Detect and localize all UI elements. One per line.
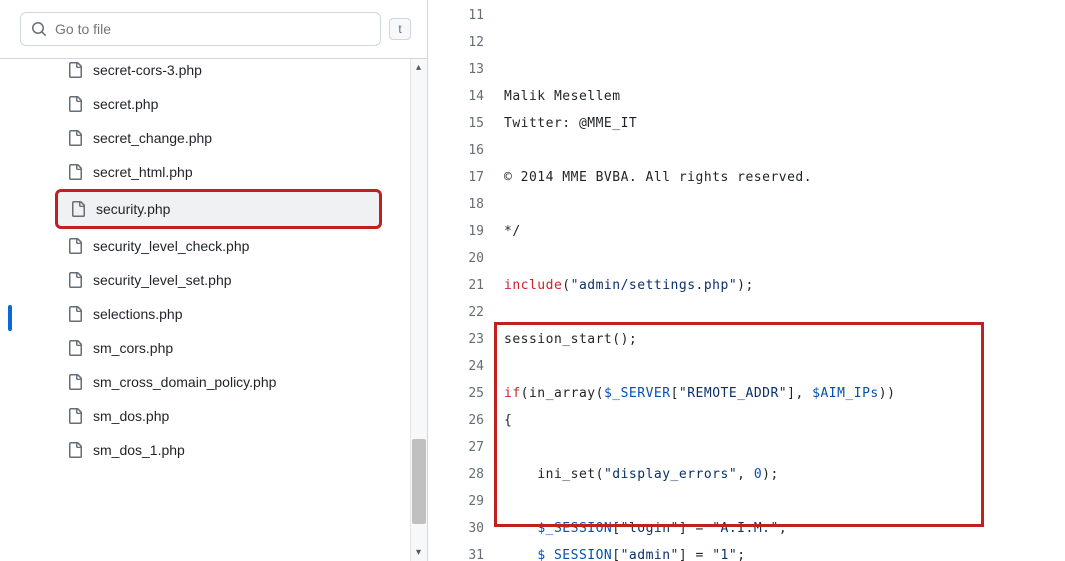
file-list[interactable]: secret-cors-3.php secret.php secret_change…: [0, 59, 427, 561]
file-name: secret_html.php: [93, 164, 193, 180]
line-number[interactable]: 21: [428, 272, 484, 299]
file-icon: [70, 201, 86, 217]
code-line[interactable]: Twitter: @MME_IT: [504, 110, 1065, 137]
file-name: security.php: [96, 201, 170, 217]
line-number[interactable]: 12: [428, 29, 484, 56]
code-line[interactable]: [504, 191, 1065, 218]
code-line[interactable]: [504, 434, 1065, 461]
line-number[interactable]: 31: [428, 542, 484, 561]
file-name: secret-cors-3.php: [93, 62, 202, 78]
line-number[interactable]: 15: [428, 110, 484, 137]
file-name: sm_dos.php: [93, 408, 169, 424]
file-row[interactable]: sm_cors.php: [55, 331, 382, 365]
code-line[interactable]: [504, 353, 1065, 380]
file-icon: [67, 408, 83, 424]
file-row[interactable]: selections.php: [55, 297, 382, 331]
file-row[interactable]: secret.php: [55, 87, 382, 121]
code-line[interactable]: [504, 299, 1065, 326]
file-row[interactable]: secret_html.php: [55, 155, 382, 189]
file-icon: [67, 442, 83, 458]
file-icon: [67, 130, 83, 146]
line-number[interactable]: 26: [428, 407, 484, 434]
line-number[interactable]: 23: [428, 326, 484, 353]
line-number[interactable]: 16: [428, 137, 484, 164]
code-line[interactable]: if(in_array($_SERVER["REMOTE_ADDR"], $AI…: [504, 380, 1065, 407]
search-area: t: [0, 0, 427, 59]
line-number[interactable]: 20: [428, 245, 484, 272]
file-row[interactable]: secret_change.php: [55, 121, 382, 155]
search-input[interactable]: [55, 21, 370, 37]
file-list-wrapper: secret-cors-3.php secret.php secret_change…: [0, 59, 427, 561]
file-row[interactable]: secret-cors-3.php: [55, 59, 382, 87]
file-name: sm_cross_domain_policy.php: [93, 374, 276, 390]
line-number[interactable]: 13: [428, 56, 484, 83]
code-line[interactable]: [504, 56, 1065, 83]
code-line[interactable]: $_SESSION["login"] = "A.I.M.";: [504, 515, 1065, 542]
file-name: security_level_check.php: [93, 238, 249, 254]
code-line[interactable]: © 2014 MME BVBA. All rights reserved.: [504, 164, 1065, 191]
line-number[interactable]: 18: [428, 191, 484, 218]
file-name: sm_dos_1.php: [93, 442, 185, 458]
file-name: secret.php: [93, 96, 158, 112]
code-content[interactable]: Malik MesellemTwitter: @MME_IT © 2014 MME…: [504, 2, 1065, 561]
file-row[interactable]: security_level_set.php: [55, 263, 382, 297]
file-icon: [67, 62, 83, 78]
search-box[interactable]: [20, 12, 381, 46]
file-row[interactable]: sm_dos_1.php: [55, 433, 382, 467]
file-icon: [67, 164, 83, 180]
line-number[interactable]: 30: [428, 515, 484, 542]
selected-file-marker: [8, 305, 12, 331]
file-name: sm_cors.php: [93, 340, 173, 356]
line-number[interactable]: 22: [428, 299, 484, 326]
file-row[interactable]: sm_dos.php: [55, 399, 382, 433]
scroll-up-icon[interactable]: ▴: [410, 59, 427, 76]
code-line[interactable]: [504, 245, 1065, 272]
code-line[interactable]: Malik Mesellem: [504, 83, 1065, 110]
line-number[interactable]: 24: [428, 353, 484, 380]
scroll-down-icon[interactable]: ▾: [410, 544, 427, 561]
code-viewer[interactable]: 1112131415161718192021222324252627282930…: [428, 0, 1065, 561]
file-icon: [67, 238, 83, 254]
file-row[interactable]: security_level_check.php: [55, 229, 382, 263]
line-number[interactable]: 25: [428, 380, 484, 407]
code-line[interactable]: include("admin/settings.php");: [504, 272, 1065, 299]
search-icon: [31, 21, 47, 37]
line-number[interactable]: 29: [428, 488, 484, 515]
file-icon: [67, 340, 83, 356]
line-number[interactable]: 14: [428, 83, 484, 110]
file-name: selections.php: [93, 306, 183, 322]
file-icon: [67, 306, 83, 322]
code-line[interactable]: [504, 137, 1065, 164]
code-line[interactable]: $_SESSION["admin"] = "1";: [504, 542, 1065, 561]
file-icon: [67, 96, 83, 112]
file-icon: [67, 272, 83, 288]
file-row[interactable]: sm_cross_domain_policy.php: [55, 365, 382, 399]
line-number[interactable]: 19: [428, 218, 484, 245]
scroll-thumb[interactable]: [412, 439, 426, 524]
file-sidebar: t secret-cors-3.php secret.php secret_chan…: [0, 0, 428, 561]
scrollbar[interactable]: ▴ ▾: [410, 59, 427, 561]
file-row[interactable]: security.php: [55, 189, 382, 229]
line-number-gutter: 1112131415161718192021222324252627282930…: [428, 2, 504, 561]
line-number[interactable]: 28: [428, 461, 484, 488]
code-line[interactable]: [504, 488, 1065, 515]
code-line[interactable]: session_start();: [504, 326, 1065, 353]
file-icon: [67, 374, 83, 390]
file-name: secret_change.php: [93, 130, 212, 146]
line-number[interactable]: 27: [428, 434, 484, 461]
line-number[interactable]: 11: [428, 2, 484, 29]
code-line[interactable]: */: [504, 218, 1065, 245]
code-line[interactable]: {: [504, 407, 1065, 434]
code-line[interactable]: ini_set("display_errors", 0);: [504, 461, 1065, 488]
shortcut-key: t: [389, 18, 411, 40]
file-name: security_level_set.php: [93, 272, 232, 288]
line-number[interactable]: 17: [428, 164, 484, 191]
